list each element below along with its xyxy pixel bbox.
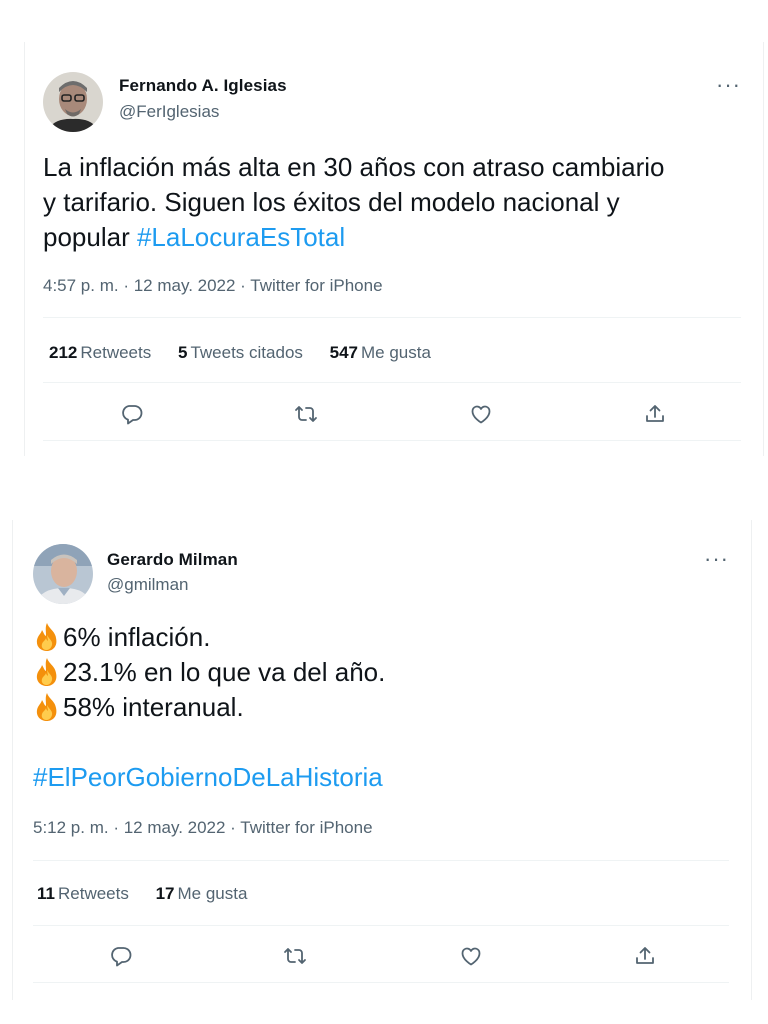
tweet-text-line-content: 23.1% en lo que va del año. [63,657,386,687]
hashtag-link[interactable]: #ElPeorGobiernoDeLaHistoria [33,760,733,795]
stat-label: Tweets citados [190,343,303,362]
engagement-stats: 212 Retweets 5 Tweets citados 547 Me gusta [49,343,453,363]
retweet-icon[interactable] [283,944,307,968]
tweet-text-line: popular [43,222,137,252]
share-icon[interactable] [633,944,657,968]
stat-retweets[interactable]: 11 Retweets [37,884,129,904]
divider [33,925,729,926]
like-icon[interactable] [459,944,483,968]
tweet-timestamp[interactable]: 4:57 p. m. · 12 may. 2022 · Twitter for … [43,276,383,296]
tweet-timestamp[interactable]: 5:12 p. m. · 12 may. 2022 · Twitter for … [33,818,373,838]
hashtag-link[interactable]: #LaLocuraEsTotal [137,222,345,252]
stat-likes[interactable]: 547 Me gusta [330,343,431,363]
tweet-text-line-content: 6% inflación. [63,622,211,652]
reply-icon[interactable] [109,944,133,968]
divider [43,382,741,383]
divider [33,982,729,983]
tweet-text-line: y tarifario. Siguen los éxitos del model… [43,187,620,217]
stat-count: 5 [177,343,188,362]
fire-emoji-icon [33,657,61,687]
stat-label: Me gusta [361,343,431,362]
reply-icon[interactable] [120,402,144,426]
more-options-icon[interactable]: ··· [716,74,741,96]
stat-count: 17 [155,884,175,903]
tweet-card[interactable]: Gerardo Milman @gmilman ··· 6% inflación… [12,520,752,1000]
stat-count: 547 [329,343,359,362]
stat-count: 212 [49,343,78,362]
tweet-text-line: 6% inflación. [33,620,733,655]
stat-retweets[interactable]: 212 Retweets [49,343,151,363]
stat-count: 11 [37,884,55,903]
more-options-icon[interactable]: ··· [704,548,729,570]
avatar[interactable] [43,72,103,132]
tweet-text-line: La inflación más alta en 30 años con atr… [43,152,665,182]
stat-quote-tweets[interactable]: 5 Tweets citados [178,343,303,363]
like-icon[interactable] [469,402,493,426]
divider [33,860,729,861]
engagement-stats: 11 Retweets 17 Me gusta [37,884,269,904]
tweet-card[interactable]: Fernando A. Iglesias @FerIglesias ··· La… [24,42,764,456]
tweet-text-line: 23.1% en lo que va del año. [33,655,733,690]
divider [43,440,741,441]
stat-label: Retweets [80,343,152,362]
action-bar [25,402,765,426]
author-handle[interactable]: @FerIglesias [119,102,219,122]
tweet-text: 6% inflación. 23.1% en lo que va del año… [33,620,733,795]
author-handle[interactable]: @gmilman [107,575,189,595]
author-name[interactable]: Gerardo Milman [107,550,238,570]
stat-likes[interactable]: 17 Me gusta [156,884,248,904]
tweet-text: La inflación más alta en 30 años con atr… [43,150,743,255]
tweet-text-line: 58% interanual. [33,690,733,725]
action-bar [13,944,753,968]
fire-emoji-icon [33,622,61,652]
author-name[interactable]: Fernando A. Iglesias [119,76,287,96]
fire-emoji-icon [33,692,61,722]
tweet-text-line-content: 58% interanual. [63,692,244,722]
avatar[interactable] [33,544,93,604]
stat-label: Me gusta [177,884,248,903]
share-icon[interactable] [643,402,667,426]
tweet-text-line-with-hashtag: popular #LaLocuraEsTotal [43,220,743,255]
stat-label: Retweets [57,884,129,903]
retweet-icon[interactable] [294,402,318,426]
divider [43,317,741,318]
